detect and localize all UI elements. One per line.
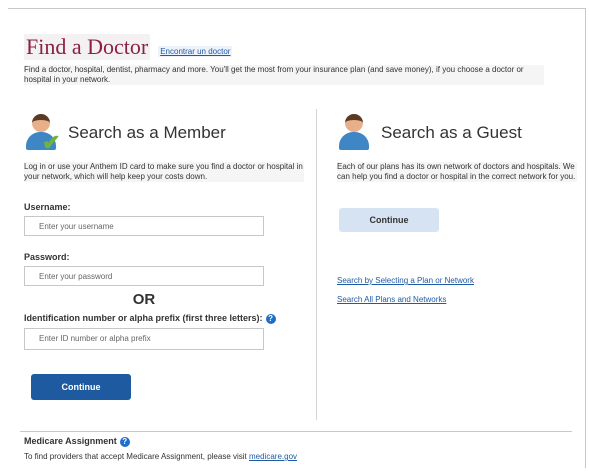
member-avatar-check-icon: ✔ [24, 114, 60, 154]
member-section-title: Search as a Member [68, 123, 226, 142]
title-row: Find a Doctor Encontrar un doctor [24, 34, 233, 60]
search-by-plan-link[interactable]: Search by Selecting a Plan or Network [337, 276, 577, 285]
id-label-text: Identification number or alpha prefix (f… [24, 313, 263, 323]
help-icon[interactable]: ? [265, 313, 276, 324]
member-section: ✔ Search as a Member Log in or use your … [24, 112, 304, 400]
member-description: Log in or use your Anthem ID card to mak… [24, 162, 304, 182]
guest-header: Search as a Guest [337, 112, 577, 154]
medicare-title: Medicare Assignment? [24, 436, 130, 447]
column-divider [316, 109, 317, 420]
medicare-divider [20, 431, 572, 432]
id-label: Identification number or alpha prefix (f… [24, 313, 304, 324]
guest-continue-button[interactable]: Continue [339, 208, 439, 232]
medicare-title-text: Medicare Assignment [24, 436, 117, 446]
guest-section: Search as a Guest Each of our plans has … [337, 112, 577, 304]
member-header: ✔ Search as a Member [24, 112, 304, 154]
page-title: Find a Doctor [24, 34, 151, 60]
password-input[interactable]: Enter your password [24, 266, 264, 286]
id-number-input[interactable]: Enter ID number or alpha prefix [24, 327, 264, 350]
guest-description: Each of our plans has its own network of… [337, 162, 577, 182]
guest-section-title: Search as a Guest [381, 123, 522, 142]
medicare-text-body: To find providers that accept Medicare A… [24, 452, 247, 461]
username-input[interactable]: Enter your username [24, 216, 264, 236]
or-separator: OR [132, 291, 156, 308]
search-all-plans-link[interactable]: Search All Plans and Networks [337, 295, 577, 304]
medicare-gov-link[interactable]: medicare.gov [249, 452, 297, 461]
medicare-text: To find providers that accept Medicare A… [24, 452, 297, 461]
guest-links: Search by Selecting a Plan or Network Se… [337, 276, 577, 304]
spanish-language-link[interactable]: Encontrar un doctor [158, 46, 233, 57]
password-label: Password: [24, 252, 70, 262]
username-label: Username: [24, 202, 71, 212]
help-icon[interactable]: ? [119, 436, 130, 447]
guest-avatar-icon [337, 114, 373, 152]
member-continue-button[interactable]: Continue [31, 373, 131, 400]
intro-text: Find a doctor, hospital, dentist, pharma… [24, 65, 544, 85]
